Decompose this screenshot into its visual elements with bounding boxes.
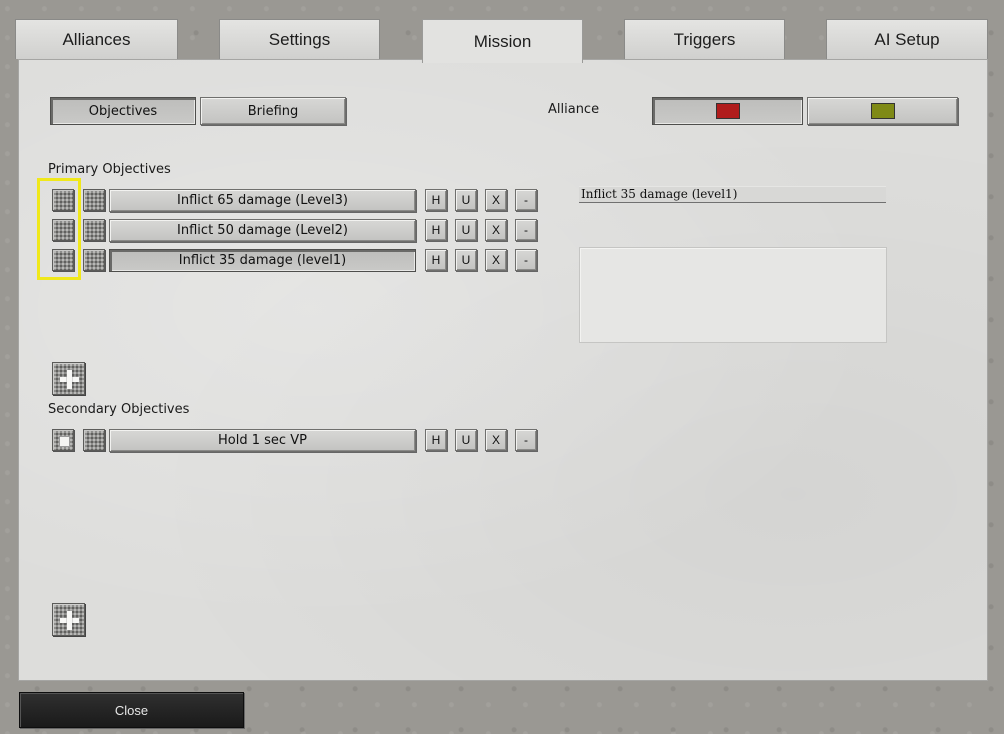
primary-objectives-heading: Primary Objectives [48, 162, 171, 177]
alliance-label: Alliance [548, 102, 600, 117]
objective-description-field[interactable] [579, 247, 887, 343]
objective-checkbox[interactable] [52, 189, 74, 211]
objective-checkbox[interactable] [52, 219, 74, 241]
red-swatch [715, 103, 740, 119]
objective-item[interactable]: Inflict 65 damage (Level3) [109, 189, 416, 212]
tab-settings[interactable]: Settings [219, 19, 380, 59]
secondary-objectives-heading: Secondary Objectives [48, 402, 190, 417]
delete-button[interactable]: X [485, 429, 507, 451]
objective-checkbox[interactable] [52, 429, 74, 451]
objective-item-selected[interactable]: Inflict 35 damage (level1) [109, 249, 416, 272]
up-button[interactable]: U [455, 429, 477, 451]
tab-ai-setup[interactable]: AI Setup [826, 19, 988, 59]
alliance-green-button[interactable] [807, 97, 958, 125]
hide-button[interactable]: H [425, 189, 447, 211]
mission-panel [18, 59, 988, 681]
add-primary-objective-button[interactable] [52, 362, 85, 395]
objectives-subtab[interactable]: Objectives [50, 97, 196, 125]
delete-button[interactable]: X [485, 249, 507, 271]
objective-toggle[interactable] [83, 249, 105, 271]
minus-button[interactable]: - [515, 219, 537, 241]
up-button[interactable]: U [455, 219, 477, 241]
up-button[interactable]: U [455, 249, 477, 271]
add-secondary-objective-button[interactable] [52, 603, 85, 636]
minus-button[interactable]: - [515, 429, 537, 451]
tab-triggers[interactable]: Triggers [624, 19, 785, 59]
tab-alliances[interactable]: Alliances [15, 19, 178, 59]
objective-item[interactable]: Hold 1 sec VP [109, 429, 416, 452]
delete-button[interactable]: X [485, 189, 507, 211]
close-button[interactable]: Close [19, 692, 244, 728]
alliance-red-button[interactable] [652, 97, 803, 125]
objective-checkbox[interactable] [52, 249, 74, 271]
objective-title-field[interactable]: Inflict 35 damage (level1) [579, 186, 886, 203]
objective-toggle[interactable] [83, 429, 105, 451]
objective-toggle[interactable] [83, 189, 105, 211]
minus-button[interactable]: - [515, 189, 537, 211]
objective-item[interactable]: Inflict 50 damage (Level2) [109, 219, 416, 242]
olive-swatch [870, 103, 895, 119]
briefing-subtab[interactable]: Briefing [200, 97, 346, 125]
hide-button[interactable]: H [425, 429, 447, 451]
objective-toggle[interactable] [83, 219, 105, 241]
hide-button[interactable]: H [425, 219, 447, 241]
hide-button[interactable]: H [425, 249, 447, 271]
up-button[interactable]: U [455, 189, 477, 211]
minus-button[interactable]: - [515, 249, 537, 271]
delete-button[interactable]: X [485, 219, 507, 241]
tab-mission[interactable]: Mission [422, 19, 583, 63]
